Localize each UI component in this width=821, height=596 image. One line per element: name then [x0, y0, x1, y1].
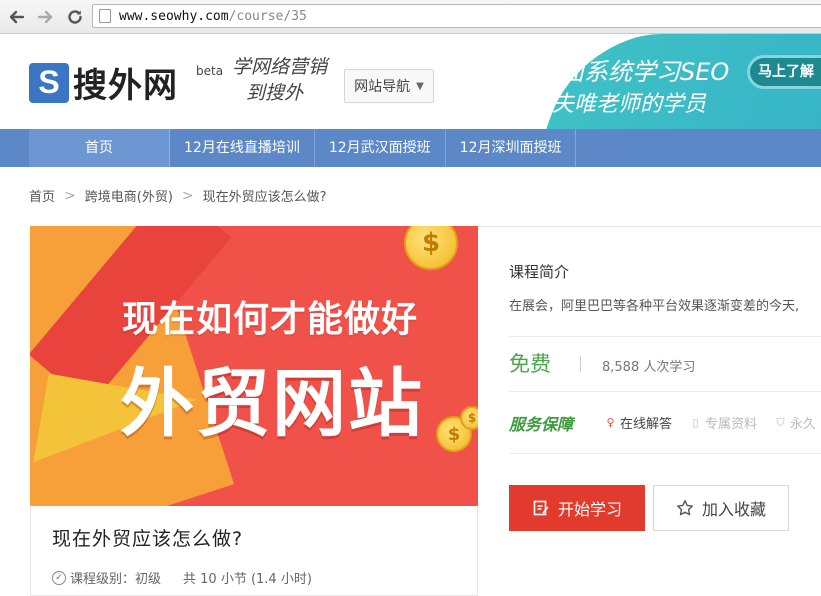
breadcrumb-separator: > — [181, 187, 194, 204]
divider — [580, 356, 581, 372]
breadcrumb-separator: > — [64, 187, 76, 204]
course-level: 课程级别：初级 — [70, 572, 162, 587]
chat-icon: ♀ — [606, 416, 615, 429]
book-icon: ▯ — [692, 416, 699, 429]
add-favorite-label: 加入收藏 — [701, 502, 766, 519]
site-logo[interactable]: S 搜外网 — [29, 58, 178, 107]
intro-text: 在展会，阿里巴巴等各种平台效果逐渐变差的今天, — [509, 299, 800, 314]
check-circle-icon: ✓ — [52, 570, 66, 585]
back-arrow-icon[interactable] — [6, 6, 28, 28]
intro-title: 课程简介 — [509, 263, 570, 281]
service-label: 永久 — [790, 417, 817, 432]
slogan-line1: 学网络营销 — [232, 56, 328, 78]
main-nav: 首页 12月在线直播培训 12月武汉面授班 12月深圳面授班 — [0, 129, 821, 167]
slogan-line2: 到搜外 — [246, 82, 304, 104]
service-materials: ▯ 专属资料 — [689, 413, 757, 432]
breadcrumb: 首页 > 跨境电商(外贸) > 现在外贸应该怎么做? — [29, 186, 327, 206]
url-path: /course/35 — [228, 8, 307, 24]
course-detail-panel: 课程简介 在展会，阿里巴巴等各种平台效果逐渐变差的今天, 免费 8,588 人次… — [478, 226, 821, 596]
cover-title: 外贸网站 — [120, 361, 424, 447]
course-sections: 共 10 小节 (1.4 小时) — [183, 572, 312, 587]
site-nav-dropdown[interactable]: 网站导航 ▼ — [344, 69, 434, 103]
browser-toolbar: www.seowhy.com/course/35 — [0, 0, 821, 34]
add-favorite-button[interactable]: 加入收藏 — [653, 485, 789, 531]
edit-icon — [533, 500, 549, 516]
service-label: 专属资料 — [705, 417, 758, 432]
divider — [509, 336, 821, 337]
url-host: www.seowhy.com — [119, 8, 229, 24]
learner-count: 8,588 人次学习 — [602, 360, 696, 375]
service-permanent: ⛉ 永久 — [774, 413, 817, 433]
banner-line2: 成为夫唯老师的学员 — [508, 92, 707, 117]
logo-text: 搜外网 — [73, 66, 178, 106]
breadcrumb-home[interactable]: 首页 — [29, 186, 55, 205]
divider — [509, 391, 821, 392]
course-info-box: 现在外贸应该怎么做? ✓ 课程级别：初级 共 10 小节 (1.4 小时) — [30, 506, 478, 596]
course-meta: ✓ 课程级别：初级 共 10 小节 (1.4 小时) — [52, 568, 312, 587]
nav-item-shenzhen[interactable]: 12月深圳面授班 — [446, 129, 577, 167]
banner-line1: 全面系统学习SEO — [536, 58, 730, 86]
service-label: 在线解答 — [620, 417, 673, 432]
cover-headline: 现在如何才能做好 — [122, 299, 419, 340]
slogan: 学网络营销 到搜外 — [232, 54, 337, 106]
address-bar[interactable]: www.seowhy.com/course/35 — [92, 4, 821, 28]
start-learning-button[interactable]: 开始学习 — [509, 485, 645, 531]
nav-item-online-live[interactable]: 12月在线直播培训 — [170, 129, 315, 167]
course-cover-image: $ $ $ 现在如何才能做好 外贸网站 — [30, 226, 478, 506]
page-icon — [99, 9, 111, 23]
site-header: S 搜外网 beta 学网络营销 到搜外 网站导航 ▼ 全面系统学习SEO 成为… — [0, 34, 821, 129]
caret-down-icon: ▼ — [416, 80, 424, 92]
breadcrumb-current: 现在外贸应该怎么做? — [202, 190, 327, 205]
star-icon — [677, 500, 693, 516]
site-nav-label: 网站导航 — [354, 79, 411, 95]
coin-icon: $ — [404, 226, 458, 270]
shield-icon: ⛉ — [776, 415, 785, 429]
coin-icon: $ — [460, 406, 478, 430]
service-online-answer: ♀ 在线解答 — [604, 413, 672, 432]
price-label: 免费 — [509, 352, 551, 376]
course-title: 现在外贸应该怎么做? — [52, 528, 244, 550]
banner-cta-button[interactable]: 马上了解 — [750, 58, 821, 86]
forward-arrow-icon[interactable] — [34, 6, 56, 28]
beta-label: beta — [196, 64, 224, 78]
reload-icon[interactable] — [64, 6, 86, 28]
breadcrumb-category[interactable]: 跨境电商(外贸) — [85, 186, 173, 205]
start-learning-label: 开始学习 — [557, 502, 622, 519]
divider — [509, 453, 821, 454]
service-title: 服务保障 — [509, 415, 574, 434]
logo-mark: S — [29, 62, 69, 103]
nav-item-wuhan[interactable]: 12月武汉面授班 — [315, 129, 446, 167]
promo-banner[interactable]: 全面系统学习SEO 成为夫唯老师的学员 马上了解 — [478, 34, 821, 129]
nav-item-home[interactable]: 首页 — [29, 129, 170, 167]
